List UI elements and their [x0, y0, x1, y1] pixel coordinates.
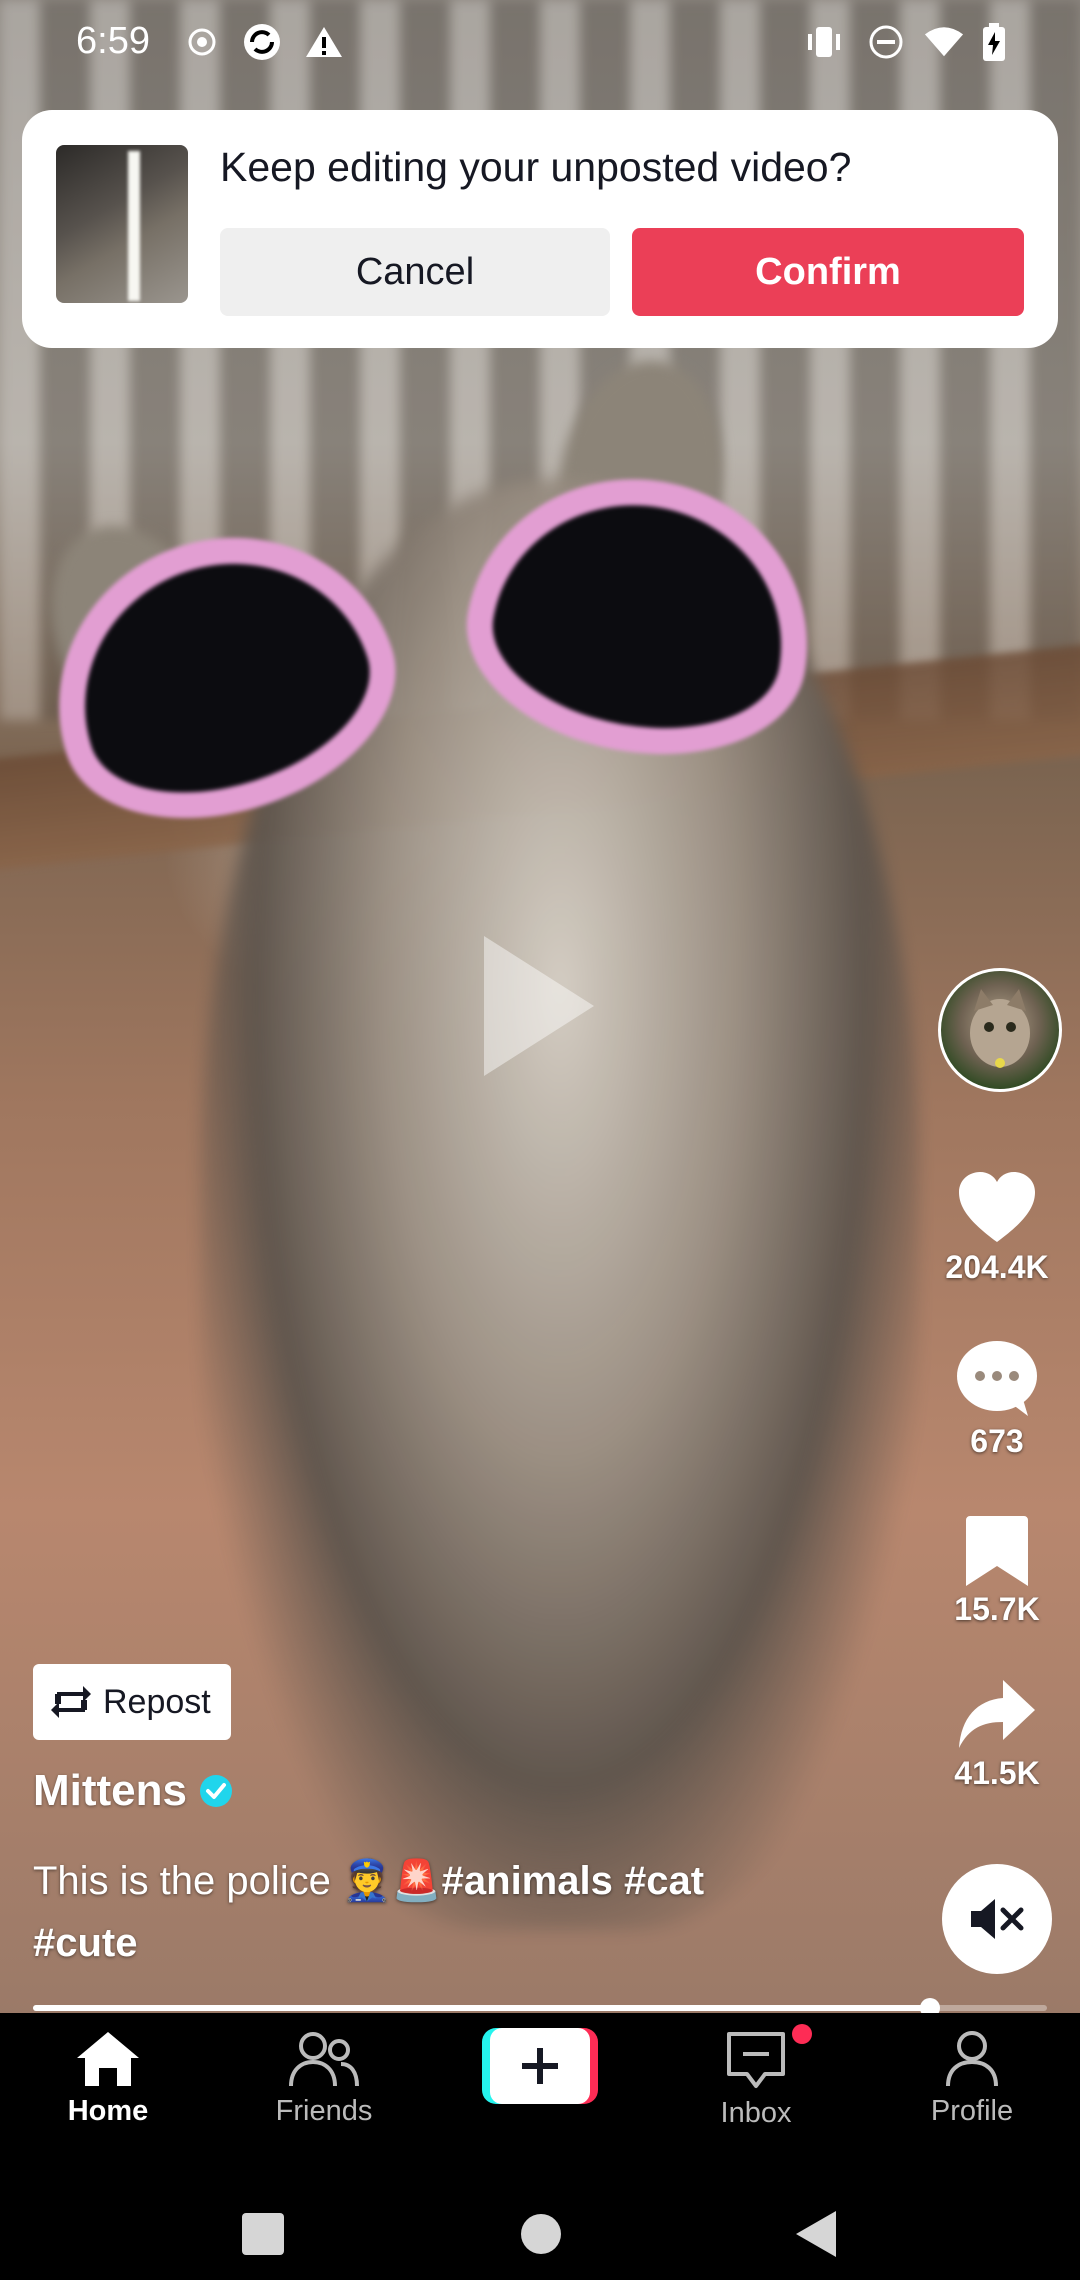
heart-sunglasses — [16, 452, 834, 859]
back-icon[interactable] — [796, 2211, 836, 2257]
home-icon — [77, 2032, 139, 2086]
speaker-muted-icon — [971, 1899, 1024, 1939]
home-circle-icon[interactable] — [520, 2213, 562, 2255]
unposted-video-dialog: Keep editing your unposted video? Cancel… — [22, 110, 1058, 348]
creator-name-row[interactable]: Mittens — [33, 1766, 233, 1816]
repost-button[interactable]: Repost — [33, 1664, 231, 1740]
battery-charging-icon — [974, 22, 1014, 62]
nav-profile-label: Profile — [930, 2095, 1014, 2127]
hashtag[interactable]: #cat — [624, 1859, 704, 1903]
caption-text: This is the police 👮🚨 — [33, 1859, 442, 1903]
hashtag[interactable]: #animals — [442, 1859, 613, 1903]
share-count: 41.5K — [954, 1755, 1040, 1791]
creator-avatar[interactable] — [938, 968, 1062, 1092]
repost-label: Repost — [103, 1682, 211, 1721]
bookmark-icon — [966, 1516, 1028, 1586]
system-navigation-bar — [0, 2163, 1080, 2280]
recents-icon[interactable] — [242, 2213, 284, 2255]
play-icon[interactable] — [484, 936, 594, 1076]
friends-icon — [289, 2032, 359, 2087]
share-button[interactable]: 41.5K — [920, 1678, 1074, 1792]
profile-icon — [946, 2031, 998, 2087]
nav-inbox-label: Inbox — [720, 2097, 792, 2129]
progress-fill — [33, 2005, 931, 2011]
wifi-icon — [924, 22, 964, 62]
do-not-disturb-icon — [866, 22, 906, 62]
inbox-badge — [792, 2024, 812, 2044]
comment-count: 673 — [970, 1423, 1024, 1459]
video-caption: This is the police 👮🚨#animals #cat #cute — [33, 1850, 793, 1974]
status-time: 6:59 — [76, 20, 150, 62]
sync-icon — [242, 22, 282, 62]
vibrate-icon — [804, 22, 844, 62]
nav-home-label: Home — [67, 2095, 149, 2127]
inbox-icon — [727, 2032, 785, 2088]
nav-profile[interactable]: Profile — [882, 2030, 1062, 2128]
record-icon — [182, 22, 222, 62]
comment-button[interactable]: 673 — [920, 1340, 1074, 1460]
creator-username[interactable]: Mittens — [33, 1766, 187, 1816]
confirm-button[interactable]: Confirm — [632, 228, 1024, 316]
draft-thumbnail[interactable] — [56, 145, 188, 303]
bookmark-count: 15.7K — [954, 1591, 1040, 1627]
video-progress-bar[interactable] — [33, 1998, 1047, 2018]
plus-icon — [522, 2048, 558, 2084]
comment-icon — [957, 1341, 1037, 1416]
heart-icon — [959, 1172, 1035, 1242]
bookmark-button[interactable]: 15.7K — [920, 1516, 1074, 1628]
like-button[interactable]: 204.4K — [920, 1172, 1074, 1286]
repost-icon — [51, 1686, 91, 1718]
hashtag[interactable]: #cute — [33, 1921, 138, 1965]
nav-friends[interactable]: Friends — [234, 2030, 414, 2128]
sound-toggle-button[interactable] — [942, 1864, 1052, 1974]
cancel-button[interactable]: Cancel — [220, 228, 610, 316]
create-video-button[interactable] — [482, 2028, 598, 2104]
verified-badge-icon — [200, 1775, 232, 1807]
nav-friends-label: Friends — [275, 2095, 373, 2127]
nav-home[interactable]: Home — [18, 2030, 198, 2128]
warning-icon — [304, 22, 344, 62]
share-arrow-icon — [959, 1680, 1035, 1748]
like-count: 204.4K — [945, 1249, 1049, 1285]
dialog-title: Keep editing your unposted video? — [220, 144, 852, 190]
status-bar: 6:59 — [0, 0, 1080, 86]
nav-inbox[interactable]: Inbox — [666, 2030, 846, 2130]
